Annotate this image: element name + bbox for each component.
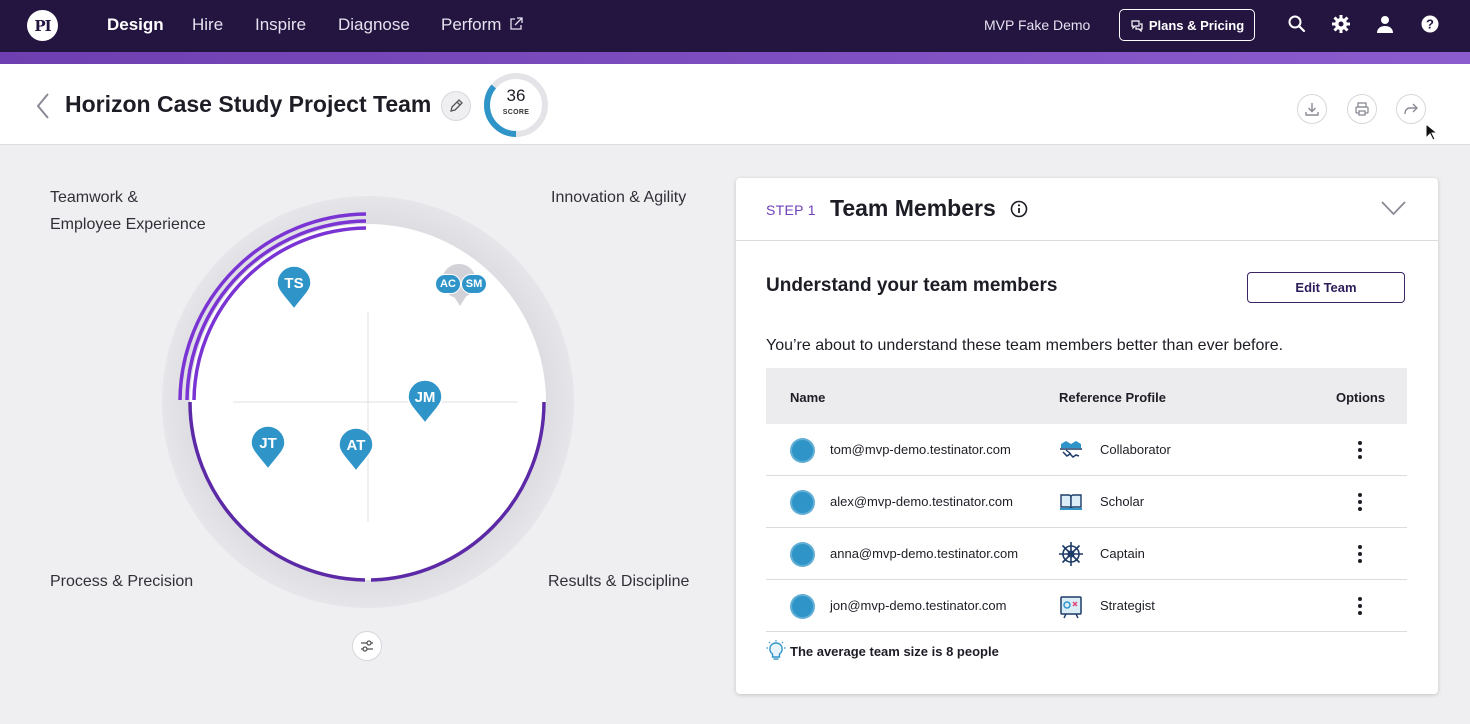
member-pin-jt-label: JT bbox=[259, 435, 277, 452]
table-row: tom@mvp-demo.testinator.com Collaborator bbox=[766, 424, 1407, 476]
nav-perform-label: Perform bbox=[441, 15, 502, 34]
nav-design[interactable]: Design bbox=[107, 15, 164, 35]
member-pin-ts-label: TS bbox=[284, 275, 304, 292]
section-subtitle: Understand your team members bbox=[766, 275, 1058, 296]
edit-title-button[interactable] bbox=[441, 91, 471, 121]
mouse-cursor-icon bbox=[1425, 123, 1437, 141]
sliders-icon bbox=[361, 640, 373, 652]
search-icon[interactable] bbox=[1287, 14, 1307, 34]
table-row: alex@mvp-demo.testinator.com Scholar bbox=[766, 476, 1407, 528]
member-email: tom@mvp-demo.testinator.com bbox=[830, 442, 1011, 457]
nav-diagnose[interactable]: Diagnose bbox=[338, 15, 410, 35]
card-title: Team Members bbox=[830, 195, 996, 221]
table-header: Name Reference Profile Options bbox=[766, 368, 1407, 424]
chat-bubbles-icon bbox=[1131, 19, 1143, 32]
download-icon bbox=[1305, 103, 1319, 116]
member-pin-sm[interactable]: SM bbox=[461, 274, 487, 294]
avatar bbox=[790, 594, 815, 619]
chevron-down-icon[interactable] bbox=[1381, 200, 1406, 216]
team-culture-circle bbox=[162, 196, 574, 608]
page-title: Horizon Case Study Project Team bbox=[65, 91, 432, 117]
member-pin-at-label: AT bbox=[346, 437, 366, 454]
plans-pricing-button[interactable]: Plans & Pricing bbox=[1119, 9, 1255, 41]
pi-logo[interactable]: PI bbox=[27, 10, 58, 41]
share-icon bbox=[1404, 103, 1418, 115]
team-members-card: STEP 1 Team Members Understand your team… bbox=[736, 178, 1438, 694]
chart-filter-button[interactable] bbox=[352, 631, 382, 661]
nav-perform[interactable]: Perform bbox=[441, 15, 523, 35]
handshake-icon bbox=[1060, 441, 1082, 458]
lightbulb-icon bbox=[766, 640, 786, 660]
account-name[interactable]: MVP Fake Demo bbox=[984, 17, 1090, 33]
gear-icon[interactable] bbox=[1331, 14, 1351, 34]
member-email: anna@mvp-demo.testinator.com bbox=[830, 546, 1019, 561]
row-options-button[interactable] bbox=[1350, 543, 1370, 565]
profile-name: Strategist bbox=[1100, 598, 1155, 613]
page-header: Horizon Case Study Project Team 36 SCORE bbox=[0, 64, 1470, 145]
column-name: Name bbox=[790, 390, 826, 405]
table-row: anna@mvp-demo.testinator.com Captain bbox=[766, 528, 1407, 580]
member-pin-ac[interactable]: AC bbox=[435, 274, 461, 294]
profile-name: Captain bbox=[1100, 546, 1145, 561]
avatar bbox=[790, 438, 815, 463]
column-reference-profile: Reference Profile bbox=[1059, 390, 1166, 405]
profile-name: Scholar bbox=[1100, 494, 1145, 509]
strategy-board-icon bbox=[1060, 596, 1082, 619]
book-icon bbox=[1060, 494, 1082, 510]
ship-wheel-icon bbox=[1059, 542, 1083, 566]
row-options-button[interactable] bbox=[1350, 439, 1370, 461]
score-value: 36 bbox=[506, 86, 526, 105]
nav-inspire[interactable]: Inspire bbox=[255, 15, 306, 35]
row-options-button[interactable] bbox=[1350, 595, 1370, 617]
table-row: jon@mvp-demo.testinator.com Strategist bbox=[766, 580, 1407, 632]
avatar bbox=[790, 490, 815, 515]
plans-pricing-label: Plans & Pricing bbox=[1148, 17, 1245, 33]
accent-bar bbox=[0, 52, 1470, 64]
profile-name: Collaborator bbox=[1100, 442, 1171, 457]
user-icon[interactable] bbox=[1375, 14, 1395, 34]
external-link-icon bbox=[505, 17, 523, 33]
avatar bbox=[790, 542, 815, 567]
member-email: alex@mvp-demo.testinator.com bbox=[830, 494, 1013, 509]
pencil-icon bbox=[450, 99, 463, 112]
member-pin-jm-label: JM bbox=[414, 389, 436, 406]
back-chevron-icon[interactable] bbox=[34, 92, 52, 120]
download-button[interactable] bbox=[1297, 94, 1327, 124]
help-icon[interactable]: ? bbox=[1420, 14, 1440, 34]
info-icon[interactable] bbox=[1010, 200, 1028, 218]
svg-text:?: ? bbox=[1426, 17, 1434, 32]
score-label: SCORE bbox=[502, 109, 530, 116]
card-header[interactable]: STEP 1 Team Members bbox=[736, 178, 1438, 241]
step-label: STEP 1 bbox=[766, 202, 816, 218]
column-options: Options bbox=[1336, 390, 1386, 405]
print-icon bbox=[1355, 102, 1369, 116]
edit-team-button[interactable]: Edit Team bbox=[1247, 272, 1405, 303]
team-size-tip-text: The average team size is 8 people bbox=[790, 643, 999, 659]
print-button[interactable] bbox=[1347, 94, 1377, 124]
member-email: jon@mvp-demo.testinator.com bbox=[830, 598, 1007, 613]
nav-hire[interactable]: Hire bbox=[192, 15, 223, 35]
team-size-tip: The average team size is 8 people bbox=[766, 640, 999, 662]
share-button[interactable] bbox=[1396, 94, 1426, 124]
row-options-button[interactable] bbox=[1350, 491, 1370, 513]
section-description: You’re about to understand these team me… bbox=[766, 337, 1284, 354]
top-navigation: PI Design Hire Inspire Diagnose Perform … bbox=[0, 0, 1470, 52]
